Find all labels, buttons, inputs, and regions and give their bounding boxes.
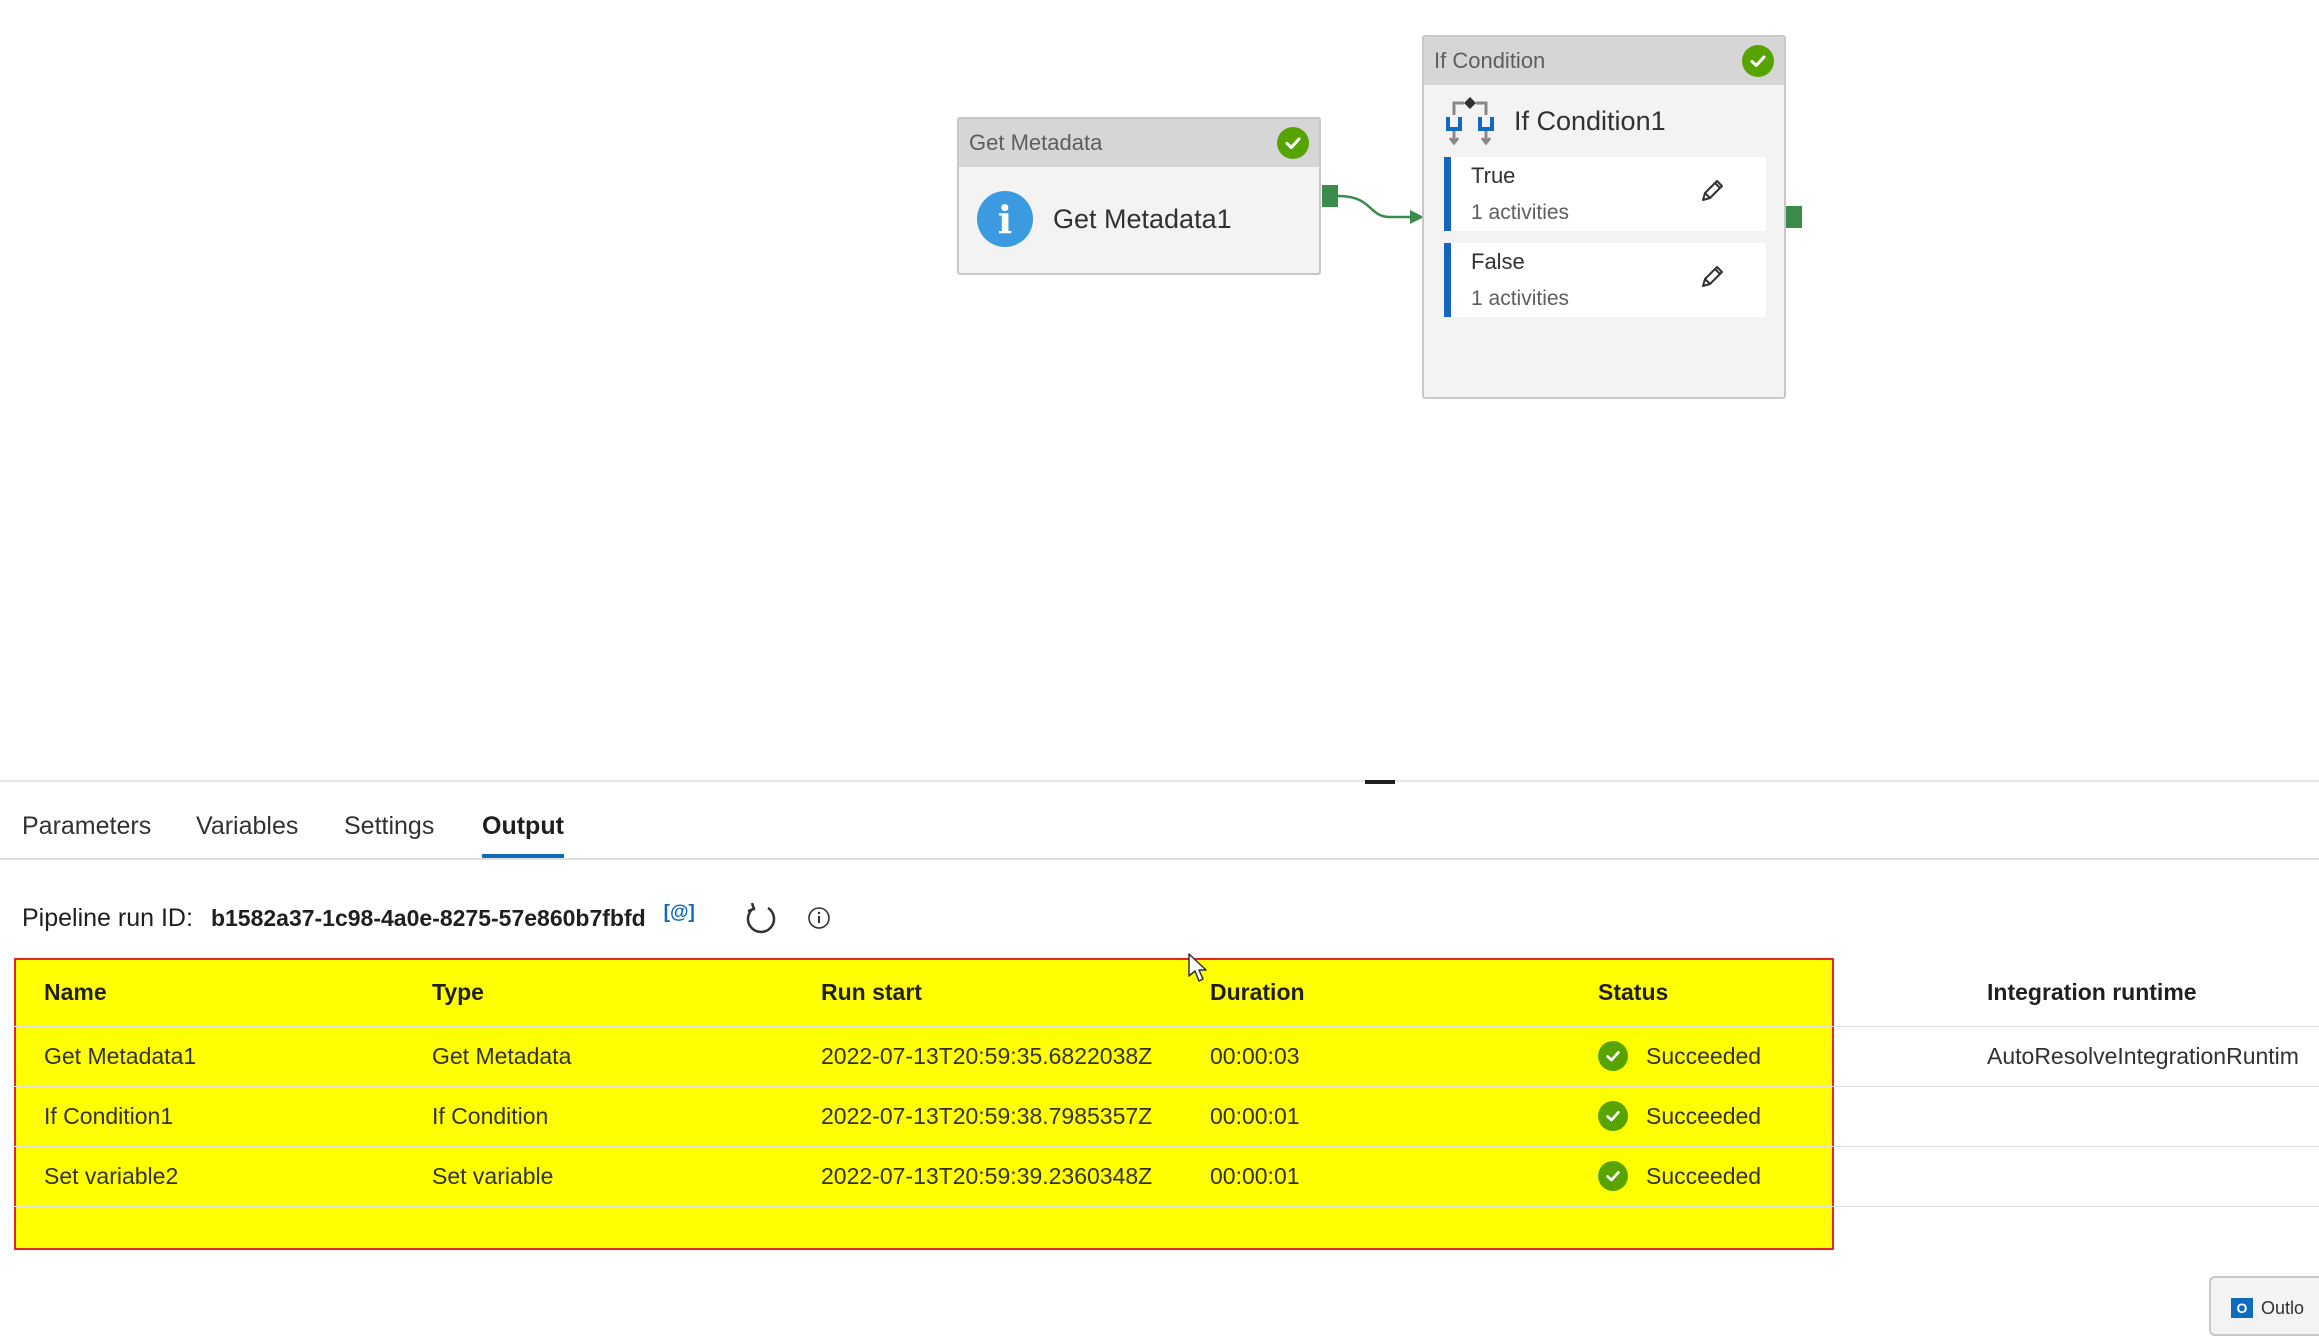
status-text: Succeeded xyxy=(1646,1042,1762,1069)
cell-duration: 00:00:01 xyxy=(1210,1102,1300,1129)
cell-status: Succeeded xyxy=(1598,1146,1761,1206)
activity-if-condition[interactable]: If Condition If Condition1 True 1 activi… xyxy=(1422,35,1786,399)
success-check-icon xyxy=(1598,1041,1628,1071)
table-header-row: Name Type Run start Duration Status Inte… xyxy=(14,958,2319,1027)
cell-type: Get Metadata xyxy=(432,1042,572,1069)
activity-output-port[interactable] xyxy=(1786,206,1802,228)
activity-name: If Condition1 xyxy=(1514,105,1666,136)
cell-integration-runtime: AutoResolveIntegrationRuntim xyxy=(1987,1042,2299,1069)
properties-tab-bar: Parameters Variables Settings Output xyxy=(0,790,2319,860)
activity-name: Get Metadata1 xyxy=(1053,203,1232,234)
cell-status: Succeeded xyxy=(1598,1086,1761,1146)
cell-status: Succeeded xyxy=(1598,1026,1761,1086)
cell-name: Set variable2 xyxy=(44,1162,179,1189)
cell-type: Set variable xyxy=(432,1162,554,1189)
splitter-grip[interactable] xyxy=(1365,780,1395,784)
activity-type-label: Get Metadata xyxy=(969,130,1103,155)
cell-duration: 00:00:01 xyxy=(1210,1162,1300,1189)
table-row[interactable]: If Condition1 If Condition 2022-07-13T20… xyxy=(14,1086,2319,1147)
edit-pencil-icon[interactable] xyxy=(1698,263,1726,291)
column-header-type[interactable]: Type xyxy=(432,958,484,1026)
table-row[interactable]: Get Metadata1 Get Metadata 2022-07-13T20… xyxy=(14,1026,2319,1087)
success-connector-arrow xyxy=(1338,194,1424,224)
tab-parameters[interactable]: Parameters xyxy=(22,812,151,841)
branch-false[interactable]: False 1 activities xyxy=(1444,243,1766,317)
status-text: Succeeded xyxy=(1646,1162,1762,1189)
edit-pencil-icon[interactable] xyxy=(1698,177,1726,205)
cell-type: If Condition xyxy=(432,1102,549,1129)
success-check-icon xyxy=(1598,1161,1628,1191)
refresh-icon[interactable] xyxy=(743,900,779,936)
activity-header: If Condition xyxy=(1424,37,1784,85)
success-check-icon xyxy=(1598,1101,1628,1131)
panel-splitter[interactable] xyxy=(0,780,2319,782)
cell-run-start: 2022-07-13T20:59:39.2360348Z xyxy=(821,1162,1153,1189)
table-row[interactable]: Set variable2 Set variable 2022-07-13T20… xyxy=(14,1146,2319,1207)
column-header-run-start[interactable]: Run start xyxy=(821,958,922,1026)
mouse-pointer-icon xyxy=(1188,953,1207,982)
branch-true[interactable]: True 1 activities xyxy=(1444,157,1766,231)
tab-output[interactable]: Output xyxy=(482,812,564,858)
cell-name: Get Metadata1 xyxy=(44,1042,197,1069)
pipeline-run-id-value: b1582a37-1c98-4a0e-8275-57e860b7fbfd xyxy=(210,904,646,931)
if-condition-icon xyxy=(1446,97,1494,146)
activity-get-metadata[interactable]: Get Metadata i Get Metadata1 xyxy=(957,117,1321,275)
activity-type-label: If Condition xyxy=(1434,48,1546,73)
column-header-status[interactable]: Status xyxy=(1598,958,1668,1026)
pipeline-run-info: Pipeline run ID: b1582a37-1c98-4a0e-8275… xyxy=(22,895,831,941)
activity-output-port[interactable] xyxy=(1322,185,1338,207)
outlook-label: Outlo xyxy=(2261,1298,2305,1318)
cell-run-start: 2022-07-13T20:59:35.6822038Z xyxy=(821,1042,1153,1069)
copy-run-id-button[interactable]: [@] xyxy=(664,902,695,924)
outlook-icon: O xyxy=(2231,1298,2253,1318)
tab-settings[interactable]: Settings xyxy=(344,812,434,841)
column-header-integration-runtime[interactable]: Integration runtime xyxy=(1987,958,2197,1026)
success-check-icon xyxy=(1742,45,1774,77)
column-header-name[interactable]: Name xyxy=(44,958,107,1026)
outlook-taskbar-item[interactable]: O Outlo xyxy=(2209,1276,2319,1336)
pipeline-canvas[interactable]: Get Metadata i Get Metadata1 If Conditio… xyxy=(0,0,2319,780)
cell-run-start: 2022-07-13T20:59:38.7985357Z xyxy=(821,1102,1153,1129)
pipeline-run-id-label: Pipeline run ID: xyxy=(22,903,193,932)
cell-duration: 00:00:03 xyxy=(1210,1042,1300,1069)
info-circle-icon[interactable] xyxy=(807,906,831,930)
activity-header: Get Metadata xyxy=(959,119,1319,167)
status-text: Succeeded xyxy=(1646,1102,1762,1129)
tab-variables[interactable]: Variables xyxy=(196,812,298,841)
cell-name: If Condition1 xyxy=(44,1102,174,1129)
info-icon: i xyxy=(977,191,1033,247)
column-header-duration[interactable]: Duration xyxy=(1210,958,1305,1026)
success-check-icon xyxy=(1277,127,1309,159)
